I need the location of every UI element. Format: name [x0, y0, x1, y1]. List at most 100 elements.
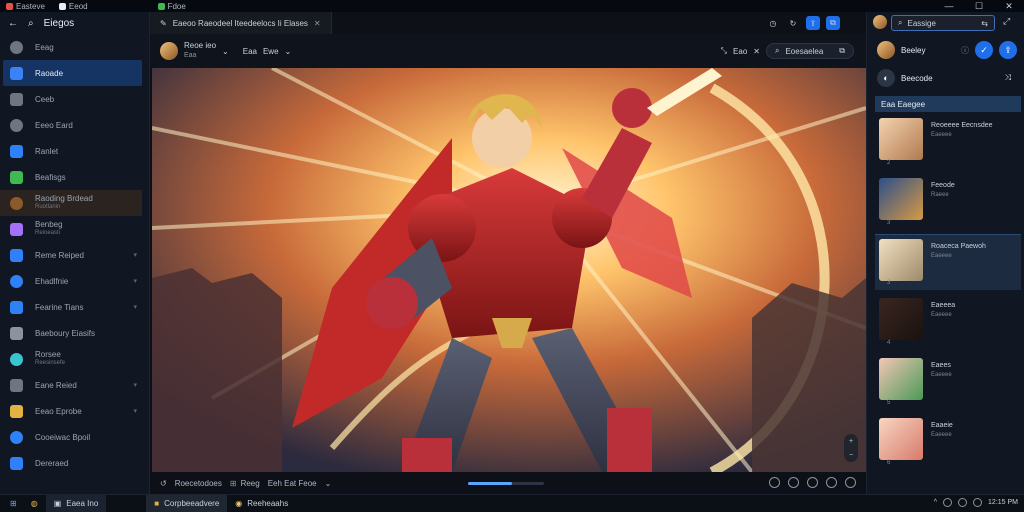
- title-tab-1[interactable]: Easteve: [6, 2, 45, 11]
- thumbnail-card[interactable]: Eaaeie Eaeeee 6: [875, 414, 1021, 470]
- share-button[interactable]: ⇪: [999, 41, 1017, 59]
- search-input[interactable]: ⌕ Eoesaelea ⧉: [765, 43, 854, 59]
- sidebar-item[interactable]: Eane Reied ▾: [0, 372, 149, 398]
- grid-icon[interactable]: [788, 477, 799, 488]
- panel-list-label: Beecode: [901, 73, 933, 83]
- search-taskbar-icon[interactable]: ◍: [31, 499, 38, 508]
- sidebar-item[interactable]: Beafisgs: [0, 164, 149, 190]
- copy-button[interactable]: ⧉: [826, 16, 840, 30]
- minimize-button[interactable]: —: [934, 0, 964, 12]
- sidebar-item[interactable]: Cooeiwac Bpoil: [0, 424, 149, 450]
- chevron-down-icon: ▾: [133, 382, 137, 389]
- taskbar-item[interactable]: ◉ Reeheaahs: [227, 495, 296, 512]
- sidebar-item[interactable]: Eeag: [0, 34, 149, 60]
- progress-bar[interactable]: [468, 482, 544, 485]
- sidebar-item-text: Eeao Eprobe: [35, 407, 82, 416]
- info-icon[interactable]: ⓘ: [961, 45, 969, 56]
- sidebar-item[interactable]: Dereraed: [0, 450, 149, 476]
- sidebar-item[interactable]: Benbeg Reioeasti: [0, 216, 149, 242]
- pin-icon: ✎: [160, 18, 167, 28]
- filter-icon[interactable]: ⇆: [981, 19, 988, 28]
- maximize-button[interactable]: ☐: [964, 0, 994, 12]
- view-menu[interactable]: Eaa Ewe ⌄: [243, 47, 292, 56]
- crop-icon[interactable]: ⤡: [721, 46, 727, 56]
- globe-icon: [10, 40, 23, 54]
- search-icon[interactable]: ⌕: [28, 18, 34, 29]
- back-arrow-icon[interactable]: ←: [8, 18, 18, 29]
- history-icon[interactable]: ◷: [766, 16, 780, 30]
- avatar[interactable]: [877, 41, 895, 59]
- sidebar-item-text: Raoding Brdead Ruotlanin: [35, 194, 93, 212]
- refresh-icon[interactable]: ↻: [786, 16, 800, 30]
- clock[interactable]: 12:15 PM: [988, 499, 1018, 506]
- sidebar-item[interactable]: Ranlet: [0, 138, 149, 164]
- sidebar-item[interactable]: Rorsee Reesinsefe: [0, 346, 149, 372]
- sidebar-item[interactable]: Reme Reiped ▾: [0, 242, 149, 268]
- sidebar-item-text: Cooeiwac Bpoil: [35, 433, 90, 442]
- copy-icon[interactable]: ⧉: [839, 46, 845, 56]
- close-tab-icon[interactable]: ✕: [314, 19, 321, 28]
- sidebar-item-text: Baeboury Eiasifs: [35, 329, 95, 338]
- sidebar-item[interactable]: Ceeb: [0, 86, 149, 112]
- title-tab-label: Easteve: [16, 1, 45, 11]
- toolbar-right: ⤡ Eao ✕ ⌕ Eoesaelea ⧉: [721, 43, 854, 59]
- app-logo-icon: [157, 2, 165, 10]
- thumbnail-card[interactable]: Feeode Raeee 3: [875, 174, 1021, 230]
- thumbnail-title: Eaees: [931, 362, 951, 369]
- status-bar: ↺ Roecetodoes ⊞ Reeg Eeh Eat Feoe ⌄: [150, 472, 866, 494]
- thumbnail-card[interactable]: Eaeeea Eaeeee 4: [875, 294, 1021, 350]
- sidebar-item[interactable]: Raoade: [3, 60, 142, 86]
- thumbnail-card[interactable]: Roaceca Paewoh Eaeeee 3: [875, 234, 1021, 290]
- windows-start-icon[interactable]: ⊞: [10, 499, 17, 508]
- thumbnail-number: 4: [887, 340, 891, 346]
- chevron-icon[interactable]: ⌄: [325, 479, 332, 488]
- network-icon[interactable]: [943, 498, 953, 507]
- sidebar-item-label: Ehadlfnie: [35, 276, 69, 286]
- info-icon[interactable]: [769, 477, 780, 488]
- chevron-up-icon[interactable]: ^: [934, 499, 937, 506]
- sidebar-item[interactable]: Eeeo Eard: [0, 112, 149, 138]
- shuffle-icon[interactable]: ⤨: [1005, 73, 1011, 83]
- sidebar-item-label: Eeag: [35, 42, 54, 52]
- status-icons: [769, 477, 856, 488]
- sidebar-item[interactable]: Ehadlfnie ▾: [0, 268, 149, 294]
- panel-search-value: Eassige: [907, 18, 936, 28]
- expand-icon[interactable]: ⤢: [1003, 16, 1010, 27]
- zoom-out-icon[interactable]: −: [849, 452, 853, 459]
- thumbnail-card[interactable]: Reoeeee Eecnsdee Eaeeee 2: [875, 114, 1021, 170]
- rotate-right-icon[interactable]: [826, 477, 837, 488]
- image-viewer[interactable]: + −: [152, 68, 866, 472]
- fullscreen-icon[interactable]: [845, 477, 856, 488]
- taskbar-item[interactable]: ▣ Eaea Ino: [45, 494, 107, 512]
- title-tab-2[interactable]: Eeod: [58, 2, 88, 11]
- sidebar-item[interactable]: Fearine Tians ▾: [0, 294, 149, 320]
- sidebar-list: Eeag Raoade Ceeb Eeeo Eard Ranlet Beafisgs Rao…: [0, 34, 149, 476]
- thumbnail-meta: Eaaeie Eaeeee: [931, 418, 953, 466]
- rotate-icon[interactable]: ↺: [160, 479, 167, 488]
- panel-search-input[interactable]: ⌕ Eassige ⇆: [891, 15, 995, 31]
- thumbnail-meta: Roaceca Paewoh Eaeeee: [931, 239, 986, 286]
- volume-icon[interactable]: [958, 498, 968, 507]
- avatar[interactable]: [873, 15, 887, 29]
- zoom-in-icon[interactable]: +: [849, 438, 853, 445]
- sidebar-item[interactable]: Raoding Brdead Ruotlanin: [0, 190, 142, 216]
- sidebar-item[interactable]: Baeboury Eiasifs: [0, 320, 149, 346]
- size-label[interactable]: Eao: [733, 47, 747, 56]
- user-menu[interactable]: Reoe ieo Eaa ⌄: [160, 41, 229, 61]
- taskbar-item[interactable]: ■ Corpbeeadvere: [146, 494, 228, 512]
- like-button[interactable]: ✓: [975, 41, 993, 59]
- sidebar-item-text: Ehadlfnie: [35, 277, 68, 286]
- tab-active[interactable]: ✎ Eaeoo Raeodeel Iteedeelocs Ii Elases ✕: [150, 12, 332, 34]
- share-button[interactable]: ⇪: [806, 16, 820, 30]
- thumbnail-card[interactable]: Eaees Eaeeee 5: [875, 354, 1021, 410]
- thumbnail-meta: Eaees Eaeeee: [931, 358, 952, 406]
- window-icon: [58, 2, 66, 10]
- battery-icon[interactable]: [973, 498, 983, 507]
- title-bar: Easteve Eeod Fdoe — ☐ ✕: [0, 0, 1024, 12]
- sidebar-item[interactable]: Eeao Eprobe ▾: [0, 398, 149, 424]
- taskbar-item-label: Reeheaahs: [247, 499, 289, 508]
- close-icon[interactable]: ✕: [753, 47, 760, 56]
- close-button[interactable]: ✕: [994, 0, 1024, 12]
- edge-icon: [10, 144, 23, 158]
- fit-icon[interactable]: [807, 477, 818, 488]
